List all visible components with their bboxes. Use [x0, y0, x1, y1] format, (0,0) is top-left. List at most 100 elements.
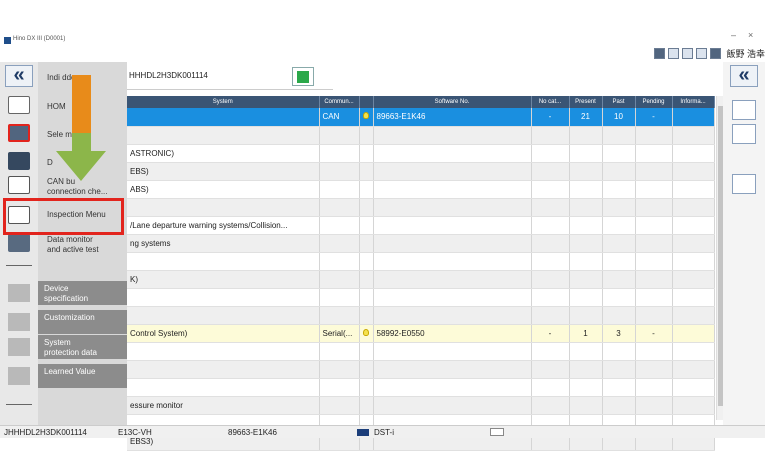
exit-icon[interactable]	[292, 67, 314, 86]
col-present[interactable]: Present	[569, 96, 603, 108]
cell-nocat	[531, 252, 570, 271]
device-specification-button[interactable]: Device specification	[38, 281, 127, 305]
table-row[interactable]	[127, 378, 715, 397]
cell-present	[569, 378, 603, 397]
col-past[interactable]: Past	[602, 96, 636, 108]
cell-present: 21	[569, 108, 603, 127]
status-vin: JHHHDL2H3DK001114	[4, 428, 87, 437]
swap-icon[interactable]	[732, 124, 756, 144]
cell-past: 3	[602, 324, 636, 343]
table-row[interactable]	[127, 198, 715, 217]
system-protection-button[interactable]: System protection data	[38, 335, 127, 359]
cell-sw	[373, 234, 532, 253]
cell-comm	[319, 234, 360, 253]
cell-pending	[635, 342, 673, 361]
cell-present	[569, 342, 603, 361]
lightbulb-icon	[363, 328, 369, 336]
cell-sw	[373, 126, 532, 145]
cell-past	[602, 144, 636, 163]
cell-sw	[373, 270, 532, 289]
indicator-cell	[359, 180, 374, 199]
sidebar-item-data-monitor[interactable]: Data monitor and active test	[47, 235, 99, 255]
collapse-right-panel-button[interactable]: «	[730, 65, 758, 87]
status-model: E13C-VH	[118, 428, 152, 437]
col-communication[interactable]: Commun...	[319, 96, 360, 108]
indicator-cell	[359, 198, 374, 217]
cell-system: /Lane departure warning systems/Collisio…	[127, 216, 320, 235]
cell-info	[672, 324, 715, 343]
col-pending[interactable]: Pending	[635, 96, 673, 108]
learned-value-button[interactable]: Learned Value	[38, 364, 127, 388]
cell-system	[127, 126, 320, 145]
cell-pending	[635, 198, 673, 217]
table-row[interactable]	[127, 306, 715, 325]
cell-sw	[373, 306, 532, 325]
table-row[interactable]	[127, 252, 715, 271]
cell-present	[569, 252, 603, 271]
cell-info	[672, 252, 715, 271]
select-system-icon[interactable]	[8, 124, 30, 142]
cell-past	[602, 378, 636, 397]
cell-present	[569, 306, 603, 325]
cell-nocat	[531, 360, 570, 379]
can-bus-icon[interactable]	[8, 176, 30, 194]
monitor-icon[interactable]	[8, 234, 30, 252]
table-row[interactable]: CAN 89663-E1K46-21 10-	[127, 108, 715, 127]
table-row[interactable]	[127, 126, 715, 145]
cell-sw	[373, 198, 532, 217]
col-information[interactable]: Informa...	[672, 96, 715, 108]
col-software-no[interactable]: Software No.	[373, 96, 532, 108]
table-row[interactable]: ABS)	[127, 180, 715, 199]
cell-sw	[373, 180, 532, 199]
indicator-cell	[359, 324, 374, 343]
table-row[interactable]: essure monitor	[127, 396, 715, 415]
screen-icon[interactable]	[654, 47, 666, 59]
app-logo-icon	[4, 37, 11, 44]
cell-info	[672, 396, 715, 415]
home-icon[interactable]	[8, 96, 30, 114]
table-row[interactable]	[127, 342, 715, 361]
collapse-sidebar-button[interactable]: «	[5, 65, 33, 87]
minimize-button[interactable]: –	[731, 30, 736, 40]
sidebar-item-dtc[interactable]: D	[47, 158, 53, 168]
capture-icon[interactable]	[732, 100, 756, 120]
cell-sw	[373, 342, 532, 361]
tutorial-arrow	[56, 75, 106, 183]
right-toolbar: «	[723, 62, 765, 438]
edit-icon[interactable]	[696, 47, 708, 59]
cell-sw	[373, 252, 532, 271]
cell-comm	[319, 360, 360, 379]
table-row[interactable]: Control System) Serial(... 58992-E0550-1 3-	[127, 324, 715, 343]
table-row[interactable]: ASTRONIC)	[127, 144, 715, 163]
sidebar-divider-bottom	[6, 404, 32, 405]
table-row[interactable]	[127, 360, 715, 379]
cell-pending	[635, 216, 673, 235]
print-icon[interactable]	[668, 47, 680, 59]
cell-sw	[373, 378, 532, 397]
device-spec-icon	[8, 284, 30, 302]
user-icon[interactable]	[710, 47, 722, 59]
table-row[interactable]: K)	[127, 270, 715, 289]
col-system[interactable]: System	[127, 96, 320, 108]
system-protection-icon	[8, 338, 30, 356]
dtc-icon[interactable]	[8, 152, 30, 170]
all-clear-icon[interactable]	[732, 174, 756, 194]
table-row[interactable]: /Lane departure warning systems/Collisio…	[127, 216, 715, 235]
gear-icon[interactable]	[682, 47, 694, 59]
sidebar-item-home[interactable]: HOM	[47, 102, 66, 112]
cell-nocat	[531, 216, 570, 235]
customization-button[interactable]: Customization	[38, 310, 127, 334]
indicator-cell	[359, 144, 374, 163]
table-row[interactable]	[127, 288, 715, 307]
table-row[interactable]: EBS)	[127, 162, 715, 181]
col-no-category[interactable]: No cat...	[531, 96, 570, 108]
top-toolbar: 飯野 浩幸	[654, 47, 765, 59]
close-button[interactable]: ×	[748, 30, 753, 40]
cell-system: ASTRONIC)	[127, 144, 320, 163]
indicator-cell	[359, 252, 374, 271]
col-indicator[interactable]	[359, 96, 374, 108]
cell-comm: Serial(...	[319, 324, 360, 343]
cell-pending	[635, 180, 673, 199]
table-row[interactable]: ng systems	[127, 234, 715, 253]
cell-nocat	[531, 288, 570, 307]
